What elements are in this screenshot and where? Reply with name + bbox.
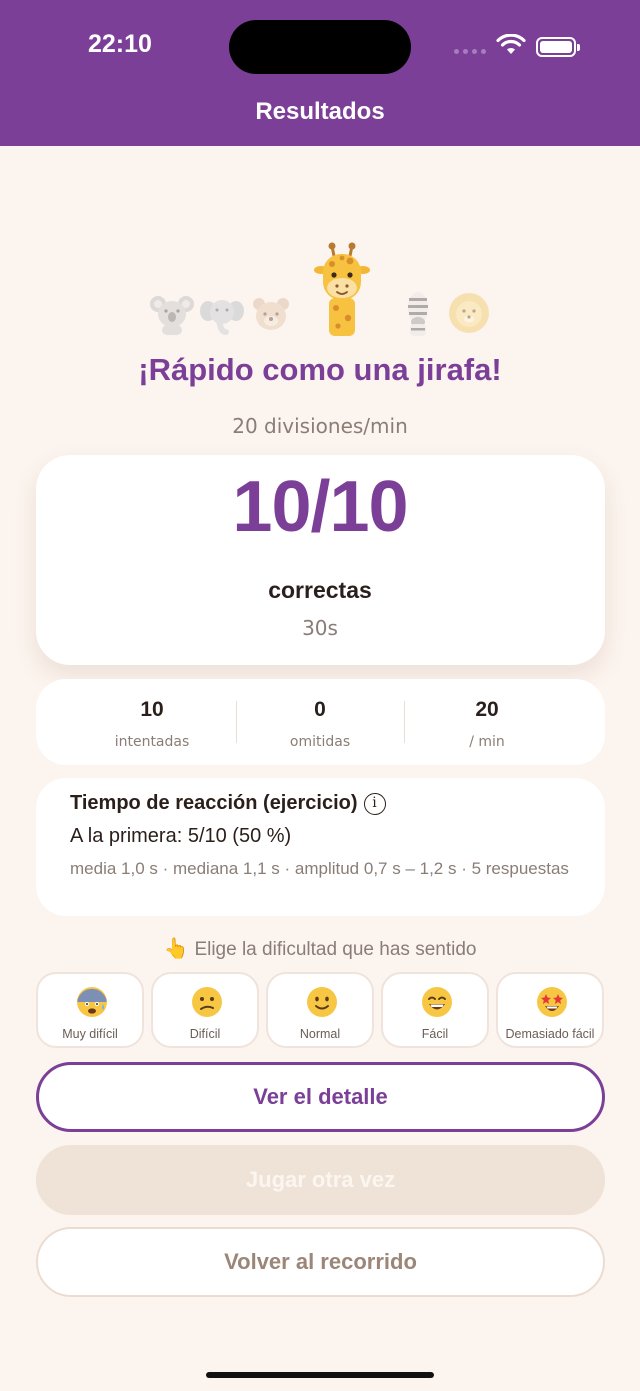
score-label: correctas (268, 577, 372, 603)
rate-text: 20 divisiones/min (232, 414, 408, 438)
stats-card: 10 intentadas 0 omitidas 20 / min (36, 679, 605, 765)
difficulty-prompt-text: Elige la dificultad que has sentido (194, 939, 477, 960)
slight-smile-icon (307, 987, 337, 1017)
difficulty-label: Muy difícil (62, 1027, 118, 1041)
difficulty-label: Normal (299, 1027, 341, 1041)
stat-label: intentadas (114, 734, 190, 750)
stat-omitted: 0 omitidas (236, 679, 404, 765)
stat-attempted: 10 intentadas (68, 679, 236, 765)
reaction-time-title-text: Tiempo de reacción (ejercicio) (70, 792, 358, 814)
wifi-icon (496, 34, 526, 54)
stat-value: 0 (314, 698, 326, 721)
play-again-button[interactable]: Jugar otra vez (36, 1145, 605, 1215)
difficulty-prompt: 👆 Elige la dificultad que has sentido (0, 936, 640, 961)
dynamic-island (229, 20, 411, 74)
difficulty-label: Demasiado fácil (505, 1027, 595, 1041)
zebra-icon (408, 292, 428, 336)
koala-icon (150, 296, 194, 335)
pointing-hand-icon: 👆 (163, 938, 189, 960)
back-to-path-button[interactable]: Volver al recorrido (36, 1227, 605, 1297)
app-header: 22:10 Resultados (0, 0, 640, 146)
difficulty-normal-button[interactable]: Normal (266, 972, 374, 1048)
difficulty-label: Fácil (421, 1027, 449, 1041)
reaction-stats-text: media 1,0 s · mediana 1,1 s · amplitud 0… (70, 859, 569, 878)
result-headline: ¡Rápido como una jirafa! (138, 352, 502, 387)
elephant-icon (200, 300, 244, 335)
difficulty-very-hard-button[interactable]: Muy difícil (36, 972, 144, 1048)
difficulty-hard-button[interactable]: Difícil (151, 972, 259, 1048)
star-struck-icon (537, 987, 567, 1017)
score-value: 10/10 (232, 467, 408, 547)
confused-face-icon (192, 987, 222, 1017)
difficulty-easy-button[interactable]: Fácil (381, 972, 489, 1048)
cellular-signal-icon (454, 49, 486, 54)
anxious-face-icon (77, 987, 107, 1017)
stat-per-minute: 20 / min (403, 679, 571, 765)
home-indicator[interactable] (206, 1372, 434, 1378)
stat-value: 20 (475, 698, 499, 721)
duration-text: 30s (302, 616, 338, 640)
difficulty-too-easy-button[interactable]: Demasiado fácil (496, 972, 604, 1048)
animal-illustration (0, 240, 640, 340)
stat-label: / min (469, 734, 505, 750)
reaction-time-card: Tiempo de reacción (ejercicio) i A la pr… (36, 778, 605, 916)
info-icon[interactable]: i (363, 792, 386, 815)
lion-icon (449, 293, 489, 333)
stat-label: omitidas (289, 734, 351, 750)
stat-value: 10 (140, 698, 164, 721)
first-try-text: A la primera: 5/10 (50 %) (70, 825, 292, 847)
bear-icon (253, 298, 289, 330)
grin-face-icon (422, 987, 452, 1017)
reaction-time-title: Tiempo de reacción (ejercicio) i (70, 792, 386, 815)
page-title: Resultados (255, 98, 385, 125)
difficulty-label: Difícil (189, 1027, 221, 1041)
battery-icon (536, 37, 580, 57)
giraffe-icon (314, 242, 370, 336)
view-detail-button[interactable]: Ver el detalle (36, 1062, 605, 1132)
status-time: 22:10 (88, 30, 152, 58)
